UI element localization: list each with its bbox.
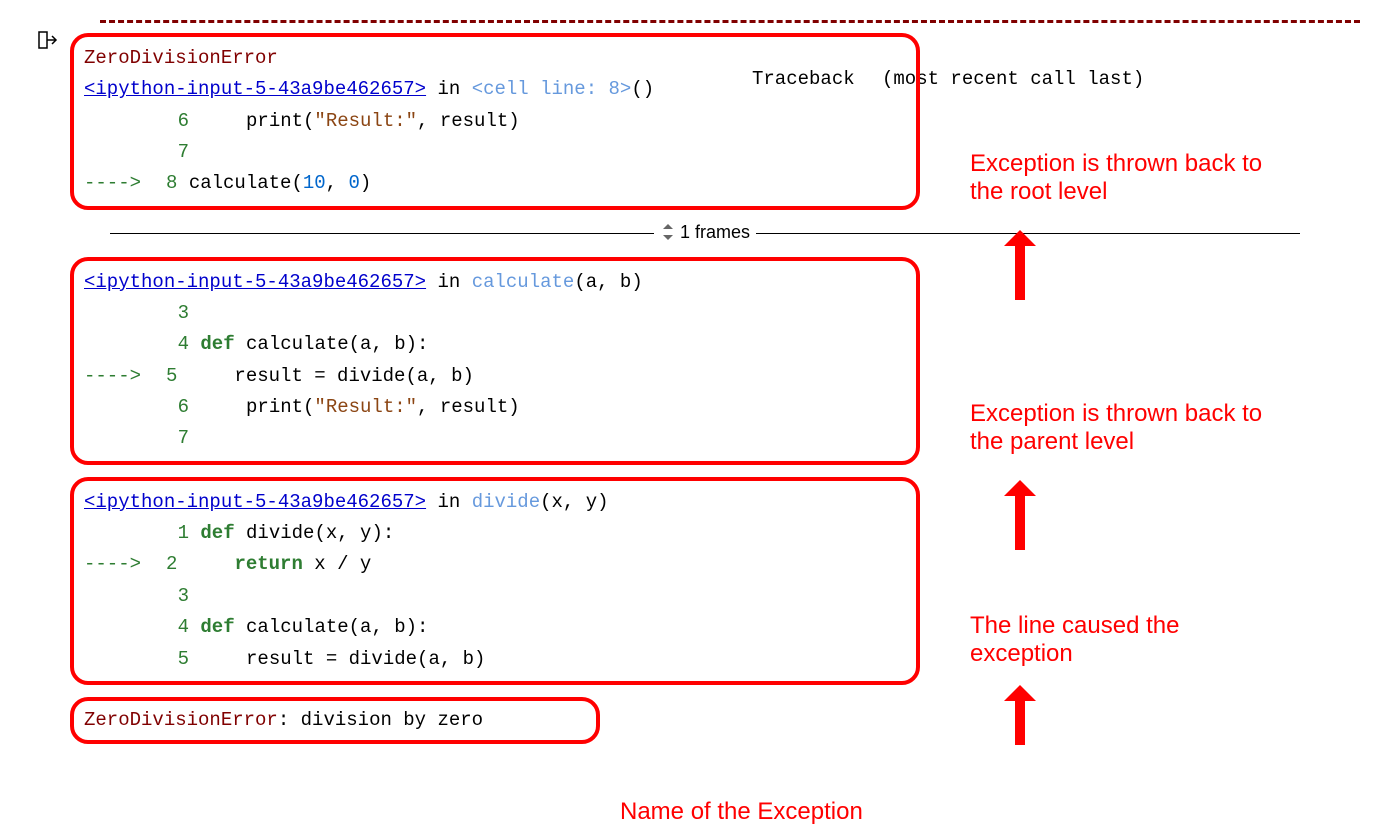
exception-message: division by zero	[301, 709, 483, 731]
source-link[interactable]: <ipython-input-5-43a9be462657>	[84, 271, 426, 293]
code-line: 6 print("Result:", result)	[84, 392, 906, 423]
annotation-root: Exception is thrown back to the root lev…	[970, 150, 1280, 206]
code-line: ----> 8 calculate(10, 0)	[84, 168, 906, 199]
traceback-diagram: Traceback (most recent call last) ZeroDi…	[40, 20, 1360, 744]
frames-separator[interactable]: 1 frames	[110, 222, 1300, 243]
arrow-up-icon	[1000, 230, 1040, 300]
traceback-frame-origin: <ipython-input-5-43a9be462657> in divide…	[70, 477, 920, 685]
arrow-up-icon	[1000, 480, 1040, 550]
traceback-frame-parent: <ipython-input-5-43a9be462657> in calcul…	[70, 257, 920, 465]
code-line: 5 result = divide(a, b)	[84, 644, 906, 675]
in-text: in	[437, 78, 460, 100]
fn-args: (x, y)	[540, 491, 608, 513]
cell-line: <cell line: 8>	[472, 78, 632, 100]
code-line: 4 def calculate(a, b):	[84, 612, 906, 643]
code-line: 7	[84, 137, 906, 168]
fn-name: divide	[472, 491, 540, 513]
in-text: in	[437, 491, 460, 513]
code-line: 6 print("Result:", result)	[84, 106, 906, 137]
code-line: 3	[84, 298, 906, 329]
code-line: ----> 2 return x / y	[84, 549, 906, 580]
code-line: 1 def divide(x, y):	[84, 518, 906, 549]
source-link[interactable]: <ipython-input-5-43a9be462657>	[84, 78, 426, 100]
expand-icon[interactable]	[660, 222, 676, 242]
exception-summary: ZeroDivisionError: division by zero	[70, 697, 600, 744]
exception-name-top: ZeroDivisionError	[84, 47, 278, 69]
execute-output-icon	[38, 30, 60, 52]
separator-line	[100, 20, 1360, 23]
recent-call-text: (most recent call last)	[882, 68, 1144, 90]
fn-name: calculate	[472, 271, 575, 293]
code-line: 7	[84, 423, 906, 454]
arrow-up-icon	[1000, 685, 1040, 745]
annotation-name: Name of the Exception	[620, 798, 940, 826]
annotation-parent: Exception is thrown back to the parent l…	[970, 400, 1300, 456]
traceback-frame-root: ZeroDivisionError <ipython-input-5-43a9b…	[70, 33, 920, 210]
call-suffix: ()	[631, 78, 654, 100]
code-line: 4 def calculate(a, b):	[84, 329, 906, 360]
fn-args: (a, b)	[574, 271, 642, 293]
annotation-line: The line caused the exception	[970, 612, 1280, 668]
frames-count: 1 frames	[680, 222, 750, 243]
code-line: ----> 5 result = divide(a, b)	[84, 361, 906, 392]
source-link[interactable]: <ipython-input-5-43a9be462657>	[84, 491, 426, 513]
code-line: 3	[84, 581, 906, 612]
in-text: in	[437, 271, 460, 293]
exception-name-bottom: ZeroDivisionError	[84, 709, 278, 731]
